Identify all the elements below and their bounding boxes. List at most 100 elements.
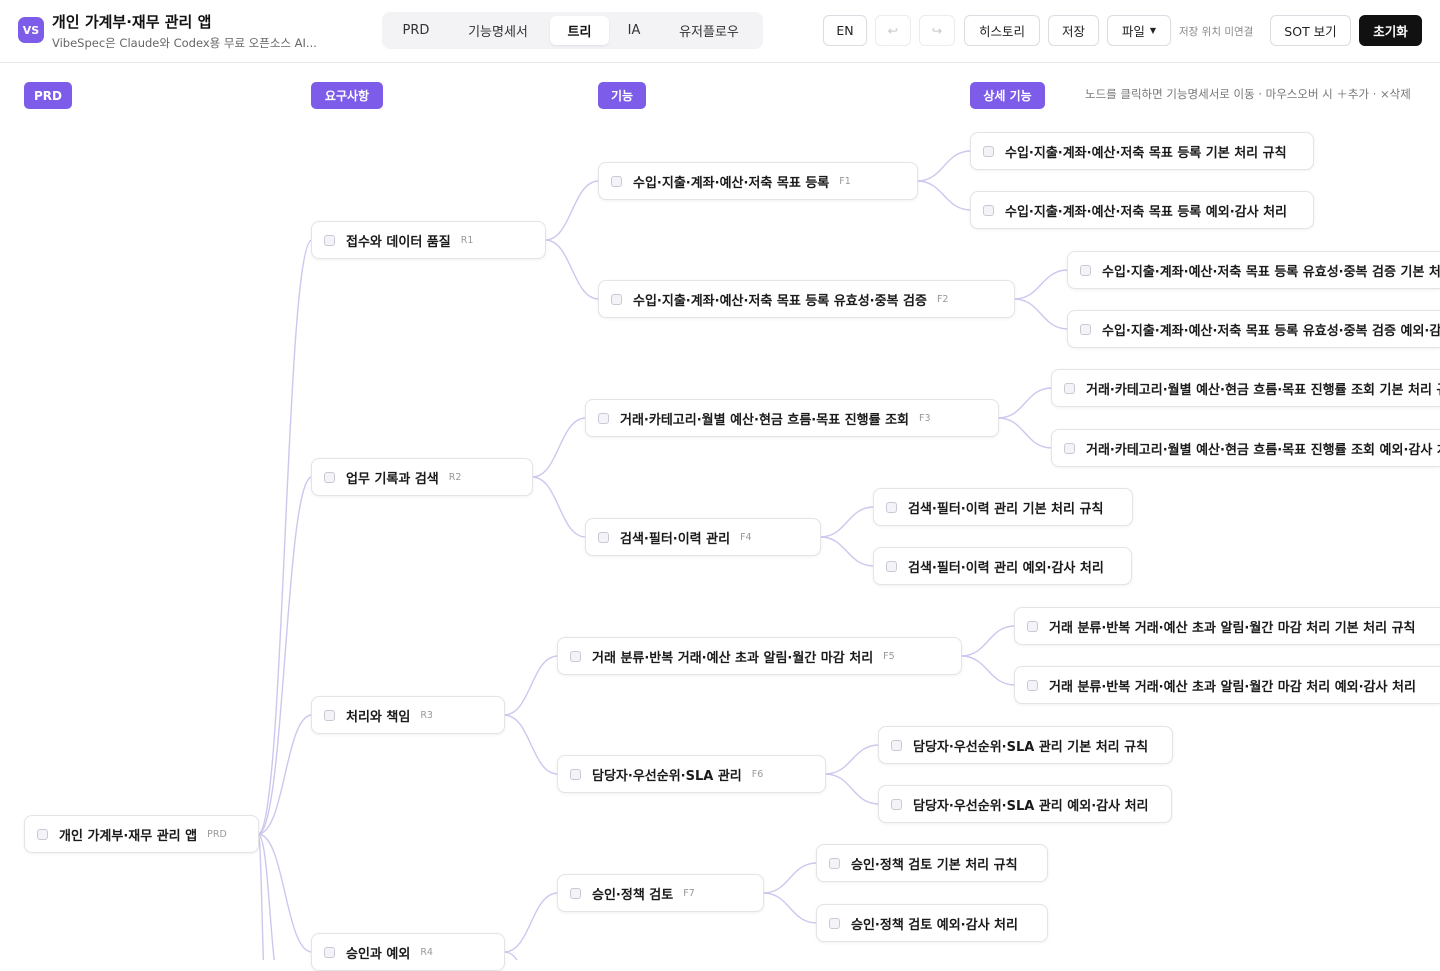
tree-node-requirement[interactable]: 승인과 예외 R4 <box>311 933 505 971</box>
node-label: 검색·필터·이력 관리 <box>620 531 731 547</box>
tree-node-detail[interactable]: 검색·필터·이력 관리 예외·감사 처리 <box>873 547 1132 585</box>
node-checkbox[interactable] <box>983 204 994 216</box>
tree-node-detail[interactable]: 거래 분류·반복 거래·예산 초과 알림·월간 마감 처리 기본 처리 규칙 <box>1014 607 1440 645</box>
node-checkbox[interactable] <box>829 857 840 869</box>
node-label: 업무 기록과 검색 <box>346 471 439 487</box>
node-label: 거래·카테고리·월별 예산·현금 흐름·목표 진행률 조회 <box>620 412 910 428</box>
edge-f4-d7 <box>819 506 875 538</box>
node-checkbox[interactable] <box>570 887 581 899</box>
node-checkbox[interactable] <box>1080 323 1091 335</box>
edge-f7-d14 <box>762 892 818 924</box>
node-checkbox[interactable] <box>37 828 48 840</box>
node-code: R4 <box>420 946 433 958</box>
node-checkbox[interactable] <box>829 917 840 929</box>
edge-f5-d10 <box>960 655 1016 686</box>
node-code: PRD <box>207 828 227 840</box>
tree-node-detail[interactable]: 수입·지출·계좌·예산·저축 목표 등록 유효성·중복 검증 예외·감사 처리 <box>1067 310 1440 348</box>
node-checkbox[interactable] <box>324 471 335 483</box>
node-label: 승인·정책 검토 예외·감사 처리 <box>851 917 1018 933</box>
edge-f6-d12 <box>824 773 880 805</box>
node-checkbox[interactable] <box>886 501 897 513</box>
node-code: F5 <box>883 650 895 662</box>
node-label: 거래 분류·반복 거래·예산 초과 알림·월간 마감 처리 <box>592 650 874 666</box>
tree-node-detail[interactable]: 거래 분류·반복 거래·예산 초과 알림·월간 마감 처리 예외·감사 처리 <box>1014 666 1440 704</box>
node-checkbox[interactable] <box>891 739 902 751</box>
node-checkbox[interactable] <box>1064 442 1075 454</box>
node-code: R2 <box>448 471 462 483</box>
node-checkbox[interactable] <box>1080 264 1091 276</box>
node-checkbox[interactable] <box>570 768 581 780</box>
node-code: R1 <box>460 234 474 246</box>
edge-r2-f3 <box>531 417 587 478</box>
tree-node-requirement[interactable]: 업무 기록과 검색 R2 <box>311 458 533 496</box>
edge-f5-d9 <box>960 625 1016 657</box>
node-checkbox[interactable] <box>1027 620 1038 632</box>
node-code: F6 <box>751 768 764 780</box>
node-label: 수입·지출·계좌·예산·저축 목표 등록 유효성·중복 검증 예외·감사 처리 <box>1102 323 1440 339</box>
edge-f4-d8 <box>819 536 875 567</box>
tree-node-feature[interactable]: 거래·카테고리·월별 예산·현금 흐름·목표 진행률 조회 F3 <box>585 399 999 437</box>
node-checkbox[interactable] <box>598 531 609 543</box>
node-checkbox[interactable] <box>1027 679 1038 691</box>
edge-f3-d5 <box>997 387 1053 419</box>
node-label: 검색·필터·이력 관리 예외·감사 처리 <box>908 560 1104 576</box>
node-checkbox[interactable] <box>1064 382 1075 394</box>
node-checkbox[interactable] <box>983 145 994 157</box>
node-code: F1 <box>839 175 851 187</box>
node-label: 접수와 데이터 품질 <box>346 234 451 250</box>
tree-node-detail[interactable]: 거래·카테고리·월별 예산·현금 흐름·목표 진행률 조회 기본 처리 규칙 <box>1051 369 1440 407</box>
tree-node-feature[interactable]: 수입·지출·계좌·예산·저축 목표 등록 F1 <box>598 162 918 200</box>
tree-node-detail[interactable]: 수입·지출·계좌·예산·저축 목표 등록 기본 처리 규칙 <box>970 132 1314 170</box>
node-checkbox[interactable] <box>886 560 897 572</box>
tree-node-detail[interactable]: 검색·필터·이력 관리 기본 처리 규칙 <box>873 488 1133 526</box>
tree-node-detail[interactable]: 담당자·우선순위·SLA 관리 기본 처리 규칙 <box>878 726 1173 764</box>
tree-node-feature[interactable]: 거래 분류·반복 거래·예산 초과 알림·월간 마감 처리 F5 <box>557 637 962 675</box>
tree-node-feature[interactable]: 검색·필터·이력 관리 F4 <box>585 518 821 556</box>
node-code: F7 <box>683 887 695 899</box>
tree-node-feature[interactable]: 수입·지출·계좌·예산·저축 목표 등록 유효성·중복 검증 F2 <box>598 280 1015 318</box>
tree-node-detail[interactable]: 담당자·우선순위·SLA 관리 예외·감사 처리 <box>878 785 1172 823</box>
node-label: 거래·카테고리·월별 예산·현금 흐름·목표 진행률 조회 기본 처리 규칙 <box>1086 382 1440 398</box>
edge-r1-f2 <box>544 239 600 300</box>
node-label: 거래 분류·반복 거래·예산 초과 알림·월간 마감 처리 기본 처리 규칙 <box>1049 620 1416 636</box>
node-checkbox[interactable] <box>324 234 335 246</box>
edge-r3-f6 <box>503 714 559 775</box>
node-label: 수입·지출·계좌·예산·저축 목표 등록 유효성·중복 검증 <box>633 293 927 309</box>
node-label: 수입·지출·계좌·예산·저축 목표 등록 예외·감사 처리 <box>1005 204 1287 220</box>
node-code: R3 <box>420 709 433 721</box>
tree-node-root[interactable]: 개인 가계부·재무 관리 앱 PRD <box>24 815 259 853</box>
node-checkbox[interactable] <box>611 175 622 187</box>
tree-node-detail[interactable]: 승인·정책 검토 예외·감사 처리 <box>816 904 1048 942</box>
node-checkbox[interactable] <box>324 946 335 958</box>
tree-node-requirement[interactable]: 처리와 책임 R3 <box>311 696 505 734</box>
node-label: 승인·정책 검토 기본 처리 규칙 <box>851 857 1018 873</box>
edge-root-r1 <box>257 239 313 835</box>
edge-root-r3 <box>257 714 313 835</box>
tree-node-detail[interactable]: 승인·정책 검토 기본 처리 규칙 <box>816 844 1048 882</box>
edge-f6-d11 <box>824 744 880 775</box>
node-label: 담당자·우선순위·SLA 관리 예외·감사 처리 <box>913 798 1149 814</box>
tree-node-requirement[interactable]: 접수와 데이터 품질 R1 <box>311 221 546 259</box>
node-label: 수입·지출·계좌·예산·저축 목표 등록 기본 처리 규칙 <box>1005 145 1287 161</box>
tree-node-feature[interactable]: 승인·정책 검토 F7 <box>557 874 764 912</box>
node-label: 수입·지출·계좌·예산·저축 목표 등록 유효성·중복 검증 기본 처리 규칙 <box>1102 264 1440 280</box>
node-label: 처리와 책임 <box>346 709 411 725</box>
node-checkbox[interactable] <box>598 412 609 424</box>
node-checkbox[interactable] <box>570 650 581 662</box>
tree-node-feature[interactable]: 담당자·우선순위·SLA 관리 F6 <box>557 755 826 793</box>
node-code: F3 <box>919 412 931 424</box>
edge-r1-f1 <box>544 180 600 241</box>
node-label: 거래·카테고리·월별 예산·현금 흐름·목표 진행률 조회 예외·감사 처리 <box>1086 442 1440 458</box>
edge-root-r4 <box>257 833 313 953</box>
tree-node-detail[interactable]: 수입·지출·계좌·예산·저축 목표 등록 예외·감사 처리 <box>970 191 1314 229</box>
tree-node-detail[interactable]: 거래·카테고리·월별 예산·현금 흐름·목표 진행률 조회 예외·감사 처리 <box>1051 429 1440 467</box>
node-checkbox[interactable] <box>324 709 335 721</box>
node-checkbox[interactable] <box>611 293 622 305</box>
node-code: F4 <box>740 531 752 543</box>
edge-r4-f7 <box>503 892 559 953</box>
edge-f7-d13 <box>762 862 818 894</box>
node-checkbox[interactable] <box>891 798 902 810</box>
node-label: 검색·필터·이력 관리 기본 처리 규칙 <box>908 501 1104 517</box>
node-label: 담당자·우선순위·SLA 관리 <box>592 768 742 784</box>
tree-node-detail[interactable]: 수입·지출·계좌·예산·저축 목표 등록 유효성·중복 검증 기본 처리 규칙 <box>1067 251 1440 289</box>
